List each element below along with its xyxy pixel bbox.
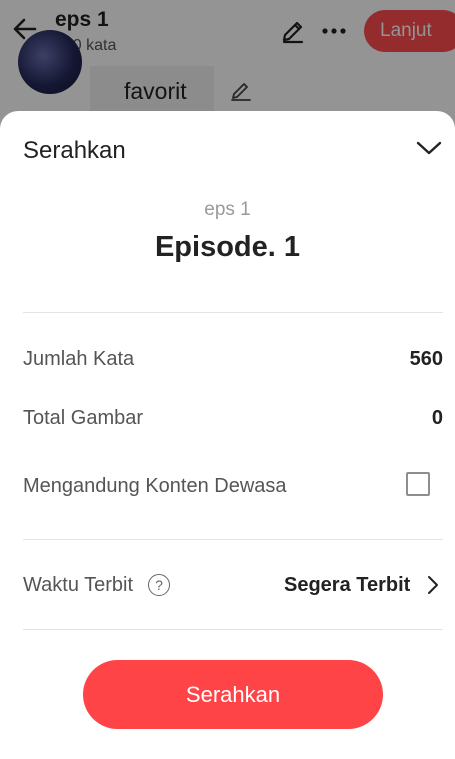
image-count-label: Total Gambar xyxy=(23,407,144,429)
word-count-label: Jumlah Kata xyxy=(23,348,135,370)
divider xyxy=(23,312,443,313)
submit-sheet: Serahkan eps 1 Episode. 1 Jumlah Kata 56… xyxy=(0,111,455,759)
divider xyxy=(23,629,443,630)
publish-time-label: Waktu Terbit xyxy=(23,574,134,596)
episode-heading: Episode. 1 xyxy=(154,231,301,263)
chevron-right-icon xyxy=(428,576,438,594)
word-count-value: 560 xyxy=(409,348,443,370)
submit-episode-screen: eps 1 560 kata Lanjut favorit Serahkan e… xyxy=(0,0,455,759)
divider xyxy=(23,539,443,540)
episode-label: eps 1 xyxy=(204,199,251,220)
publish-time-chevron[interactable] xyxy=(423,573,443,597)
publish-time-value[interactable]: Segera Terbit xyxy=(284,574,410,597)
chevron-down-icon xyxy=(416,141,442,155)
adult-content-label: Mengandung Konten Dewasa xyxy=(23,475,287,497)
adult-content-checkbox[interactable] xyxy=(406,472,430,496)
collapse-button[interactable] xyxy=(412,133,446,163)
image-count-value: 0 xyxy=(431,407,443,429)
submit-button[interactable]: Serahkan xyxy=(83,660,383,729)
help-icon[interactable]: ? xyxy=(148,574,170,596)
sheet-title: Serahkan xyxy=(23,137,126,164)
